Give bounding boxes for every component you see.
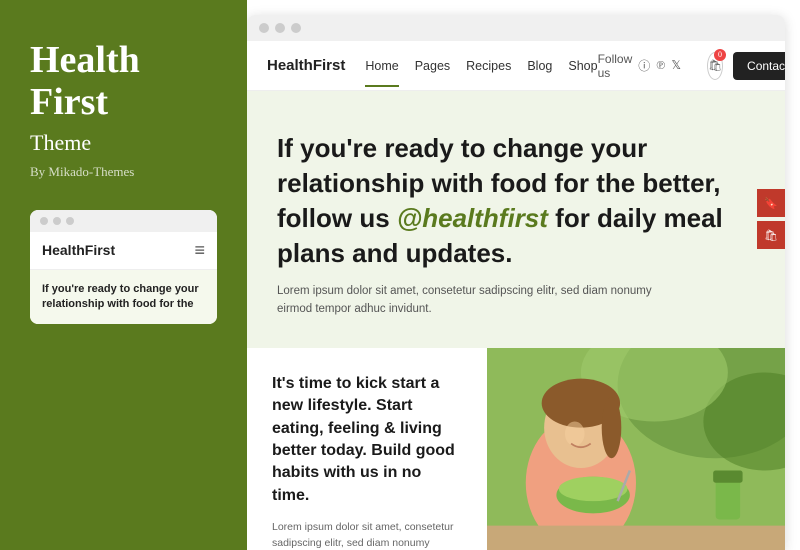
bottom-image xyxy=(487,348,785,550)
sidebar-subtitle: Theme xyxy=(30,130,217,156)
hero-handle: @healthfirst xyxy=(397,203,548,233)
follow-us-label: Follow us xyxy=(598,52,633,80)
twitter-icon[interactable]: 𝕏 xyxy=(671,58,681,73)
sidebar: Health First Theme By Mikado-Themes Heal… xyxy=(0,0,247,550)
hero-side-buttons: 🔖 🛍 xyxy=(757,189,785,249)
mini-dot-2 xyxy=(53,217,61,225)
hero-section: If you're ready to change your relations… xyxy=(247,91,785,348)
site-logo: HealthFirst xyxy=(267,57,345,74)
mini-hamburger-icon: ≡ xyxy=(194,240,205,261)
bottom-section: It's time to kick start a new lifestyle.… xyxy=(247,348,785,550)
main-content: HealthFirst Home Pages Recipes Blog Shop… xyxy=(247,0,800,550)
bottom-heading: It's time to kick start a new lifestyle.… xyxy=(272,373,462,507)
side-button-2[interactable]: 🛍 xyxy=(757,221,785,249)
bottom-paragraph: Lorem ipsum dolor sit amet, consetetur s… xyxy=(272,519,462,550)
sidebar-title: Health First xyxy=(30,40,217,124)
browser-toolbar xyxy=(247,15,785,41)
hero-heading: If you're ready to change your relations… xyxy=(277,131,755,271)
contact-button[interactable]: Contact us xyxy=(733,52,785,80)
instagram-icon[interactable]: ⓘ xyxy=(638,57,650,74)
mini-browser-preview: HealthFirst ≡ If you're ready to change … xyxy=(30,210,217,325)
cart-badge: 0 xyxy=(714,49,726,61)
browser-dot-3 xyxy=(291,23,301,33)
bookmark-icon: 🔖 xyxy=(764,197,778,210)
mini-browser-bar xyxy=(30,210,217,232)
pinterest-icon[interactable]: ℗ xyxy=(656,58,665,73)
site-navigation: HealthFirst Home Pages Recipes Blog Shop… xyxy=(247,41,785,91)
browser-window: HealthFirst Home Pages Recipes Blog Shop… xyxy=(247,15,785,550)
mini-preview-text: If you're ready to change your relations… xyxy=(42,282,205,313)
social-icons: ⓘ ℗ 𝕏 xyxy=(638,57,681,74)
mini-dot-3 xyxy=(66,217,74,225)
mini-browser-header: HealthFirst ≡ xyxy=(30,232,217,270)
bottom-text-area: It's time to kick start a new lifestyle.… xyxy=(247,348,487,550)
cart-icon[interactable]: 🛍 0 xyxy=(707,52,723,80)
nav-link-recipes[interactable]: Recipes xyxy=(466,59,511,73)
browser-dot-2 xyxy=(275,23,285,33)
nav-link-pages[interactable]: Pages xyxy=(415,59,450,73)
side-button-1[interactable]: 🔖 xyxy=(757,189,785,217)
sidebar-author: By Mikado-Themes xyxy=(30,164,217,180)
mini-logo: HealthFirst xyxy=(42,242,115,258)
nav-links: Home Pages Recipes Blog Shop xyxy=(365,59,597,73)
nav-link-blog[interactable]: Blog xyxy=(527,59,552,73)
woman-salad-illustration xyxy=(487,348,785,550)
hero-subtext: Lorem ipsum dolor sit amet, consetetur s… xyxy=(277,283,657,318)
nav-link-shop[interactable]: Shop xyxy=(568,59,597,73)
mini-dot-1 xyxy=(40,217,48,225)
browser-dot-1 xyxy=(259,23,269,33)
bag-icon: 🛍 xyxy=(764,229,778,242)
nav-link-home[interactable]: Home xyxy=(365,59,398,73)
mini-browser-content: If you're ready to change your relations… xyxy=(30,270,217,325)
